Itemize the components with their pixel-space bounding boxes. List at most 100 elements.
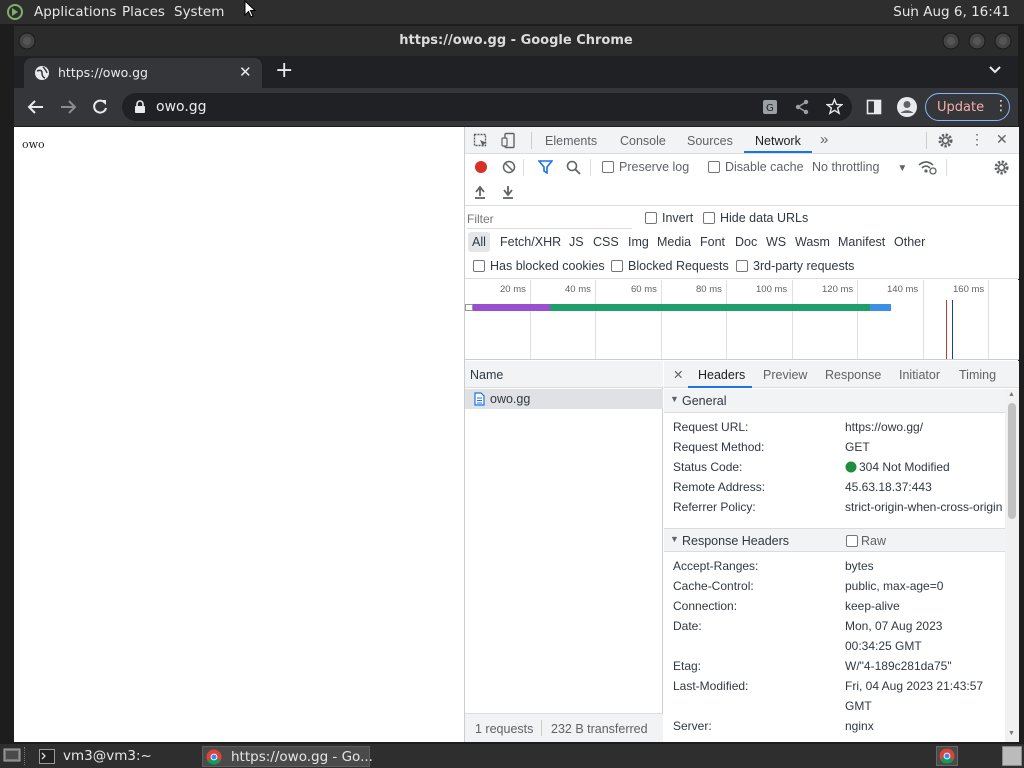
mouse-cursor-icon bbox=[244, 0, 256, 18]
forward-button[interactable] bbox=[59, 98, 77, 116]
tab-preview[interactable]: Preview bbox=[763, 368, 807, 382]
more-tabs-icon[interactable]: » bbox=[820, 131, 828, 148]
third-party-requests-checkbox[interactable]: 3rd-party requests bbox=[736, 259, 854, 273]
new-tab-button[interactable]: + bbox=[275, 60, 293, 82]
close-devtools-icon[interactable]: ✕ bbox=[996, 131, 1008, 148]
gnome-logo-icon[interactable] bbox=[6, 3, 24, 21]
settings-gear-icon[interactable] bbox=[937, 132, 954, 149]
update-button[interactable]: Update ⋮ bbox=[925, 93, 1010, 121]
tab-search-icon[interactable] bbox=[988, 63, 1002, 77]
header-value: public, max-age=0 bbox=[845, 579, 944, 593]
header-value: bytes bbox=[845, 559, 874, 573]
tab-elements[interactable]: Elements bbox=[545, 134, 597, 148]
filter-input[interactable] bbox=[467, 210, 632, 229]
type-filter-font[interactable]: Font bbox=[700, 235, 725, 249]
device-toolbar-icon[interactable] bbox=[501, 132, 517, 149]
network-overview[interactable]: 20 ms 40 ms 60 ms 80 ms 100 ms 120 ms 14… bbox=[465, 280, 1019, 360]
devtools-menu-icon[interactable]: ⋮ bbox=[970, 131, 984, 148]
status-ok-dot-icon bbox=[845, 461, 857, 473]
workspace-switcher[interactable] bbox=[1002, 746, 1022, 766]
scroll-down-icon[interactable]: ▼ bbox=[1008, 730, 1015, 737]
header-key: Status Code: bbox=[673, 460, 743, 474]
reload-button[interactable] bbox=[91, 98, 109, 116]
type-filter-all[interactable]: All bbox=[472, 235, 486, 249]
status-summary-bar: 1 requests 232 B transferred bbox=[465, 713, 663, 742]
back-button[interactable] bbox=[27, 98, 45, 116]
side-panel-icon[interactable] bbox=[866, 99, 882, 115]
disable-cache-checkbox[interactable]: Disable cache bbox=[708, 160, 804, 174]
taskbar-item-chrome[interactable]: https://owo.gg - Go... bbox=[202, 746, 373, 767]
network-conditions-icon[interactable] bbox=[917, 159, 937, 175]
type-filter-other[interactable]: Other bbox=[894, 235, 925, 249]
timeline-bar-connect bbox=[473, 304, 550, 311]
tab-network[interactable]: Network bbox=[755, 134, 801, 148]
type-filter-ws[interactable]: WS bbox=[766, 235, 786, 249]
address-bar[interactable]: owo.gg G bbox=[122, 93, 852, 121]
terminal-icon bbox=[39, 749, 55, 764]
header-value-continued: GMT bbox=[845, 699, 872, 713]
tab-sources[interactable]: Sources bbox=[687, 134, 733, 148]
tab-headers[interactable]: Headers bbox=[698, 368, 745, 382]
type-filter-fetch-xhr[interactable]: Fetch/XHR bbox=[500, 235, 561, 249]
preserve-log-checkbox[interactable]: Preserve log bbox=[602, 160, 689, 174]
search-icon[interactable] bbox=[566, 160, 581, 175]
window-titlebar[interactable]: https://owo.gg - Google Chrome bbox=[14, 26, 1018, 56]
inspect-element-icon[interactable] bbox=[473, 133, 489, 149]
show-desktop-icon[interactable] bbox=[3, 747, 21, 764]
applications-menu[interactable]: Applications bbox=[34, 4, 116, 20]
request-row[interactable]: owo.gg bbox=[465, 389, 663, 409]
throttling-select[interactable]: No throttling ▼ bbox=[812, 160, 907, 174]
tick-label: 40 ms bbox=[565, 284, 591, 295]
share-icon[interactable] bbox=[794, 99, 810, 115]
minimize-button[interactable] bbox=[942, 32, 960, 50]
type-filter-css[interactable]: CSS bbox=[593, 235, 619, 249]
response-headers-section-header[interactable]: ▼ Response Headers Raw bbox=[664, 528, 1005, 552]
bookmark-star-icon[interactable] bbox=[826, 98, 843, 115]
type-filter-manifest[interactable]: Manifest bbox=[838, 235, 885, 249]
tab-close-icon[interactable]: ✕ bbox=[239, 63, 252, 81]
invert-checkbox[interactable]: Invert bbox=[645, 211, 693, 225]
close-window-button[interactable] bbox=[994, 32, 1012, 50]
name-column-header[interactable]: Name bbox=[470, 368, 503, 382]
header-value: 304 Not Modified bbox=[859, 460, 950, 474]
raw-checkbox[interactable]: Raw bbox=[846, 534, 886, 548]
type-filter-wasm[interactable]: Wasm bbox=[795, 235, 830, 249]
import-har-icon[interactable] bbox=[474, 185, 486, 199]
timeline-bar-queue bbox=[465, 304, 473, 311]
tab-console[interactable]: Console bbox=[620, 134, 666, 148]
expand-triangle-icon: ▼ bbox=[670, 394, 679, 404]
translate-icon[interactable]: G bbox=[762, 99, 778, 115]
tab-timing[interactable]: Timing bbox=[959, 368, 996, 382]
type-filter-img[interactable]: Img bbox=[628, 235, 649, 249]
network-settings-icon[interactable] bbox=[993, 159, 1010, 176]
places-menu[interactable]: Places bbox=[122, 4, 165, 20]
clock[interactable]: Sun Aug 6, 16:41 bbox=[893, 4, 1010, 20]
scroll-up-icon[interactable]: ▲ bbox=[1008, 391, 1015, 398]
type-filter-js[interactable]: JS bbox=[569, 235, 584, 249]
export-har-icon[interactable] bbox=[502, 185, 514, 199]
kebab-menu-icon[interactable]: ⋮ bbox=[994, 98, 1008, 114]
tab-response[interactable]: Response bbox=[825, 368, 881, 382]
hide-data-urls-checkbox[interactable]: Hide data URLs bbox=[703, 211, 808, 225]
type-filter-doc[interactable]: Doc bbox=[735, 235, 757, 249]
tab-initiator[interactable]: Initiator bbox=[899, 368, 940, 382]
close-details-icon[interactable]: ✕ bbox=[673, 367, 683, 382]
scrollbar-thumb[interactable] bbox=[1008, 403, 1016, 519]
has-blocked-cookies-checkbox[interactable]: Has blocked cookies bbox=[473, 259, 605, 273]
taskbar-item-terminal[interactable]: vm3@vm3:~ bbox=[36, 746, 196, 767]
maximize-button[interactable] bbox=[968, 32, 986, 50]
system-menu[interactable]: System bbox=[174, 4, 224, 20]
browser-tab[interactable]: https://owo.gg ✕ bbox=[24, 58, 262, 88]
window-menu-icon[interactable] bbox=[18, 32, 36, 50]
profile-avatar-icon[interactable] bbox=[896, 96, 918, 118]
type-filter-media[interactable]: Media bbox=[657, 235, 691, 249]
clear-icon[interactable] bbox=[502, 160, 516, 174]
filter-icon[interactable] bbox=[538, 160, 553, 174]
devtools-panel: Elements Console Sources Network » ⋮ ✕ P… bbox=[464, 127, 1019, 742]
lock-icon[interactable] bbox=[134, 100, 146, 114]
chrome-tray-icon[interactable] bbox=[936, 746, 958, 766]
record-button[interactable] bbox=[474, 160, 488, 174]
details-scrollbar[interactable]: ▲ ▼ bbox=[1005, 389, 1019, 742]
blocked-requests-checkbox[interactable]: Blocked Requests bbox=[611, 259, 729, 273]
general-section-header[interactable]: ▼ General bbox=[664, 389, 1005, 413]
